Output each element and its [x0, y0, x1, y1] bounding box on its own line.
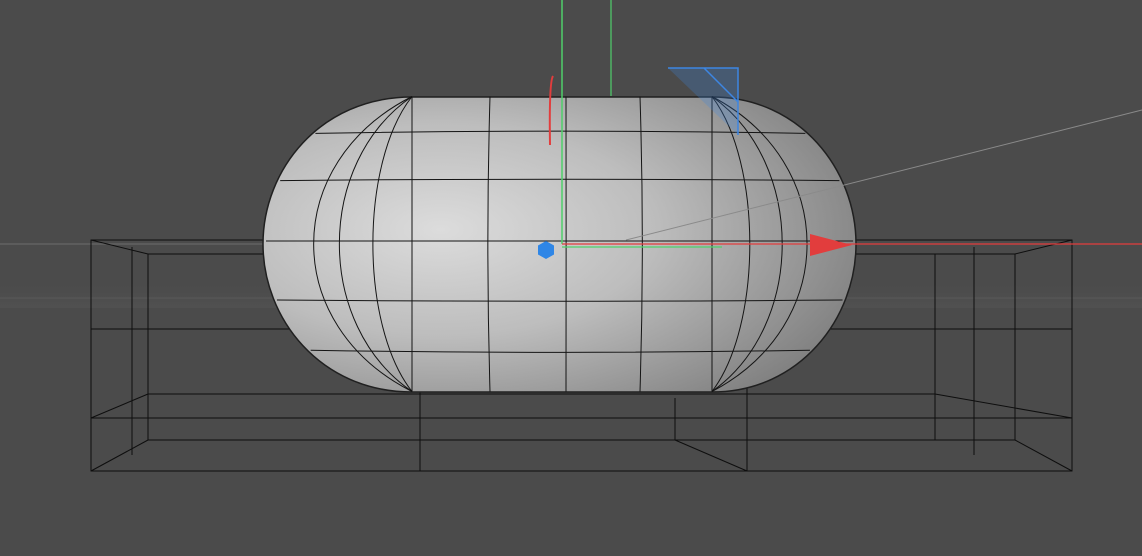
scene-canvas[interactable] [0, 0, 1142, 556]
3d-viewport[interactable] [0, 0, 1142, 556]
